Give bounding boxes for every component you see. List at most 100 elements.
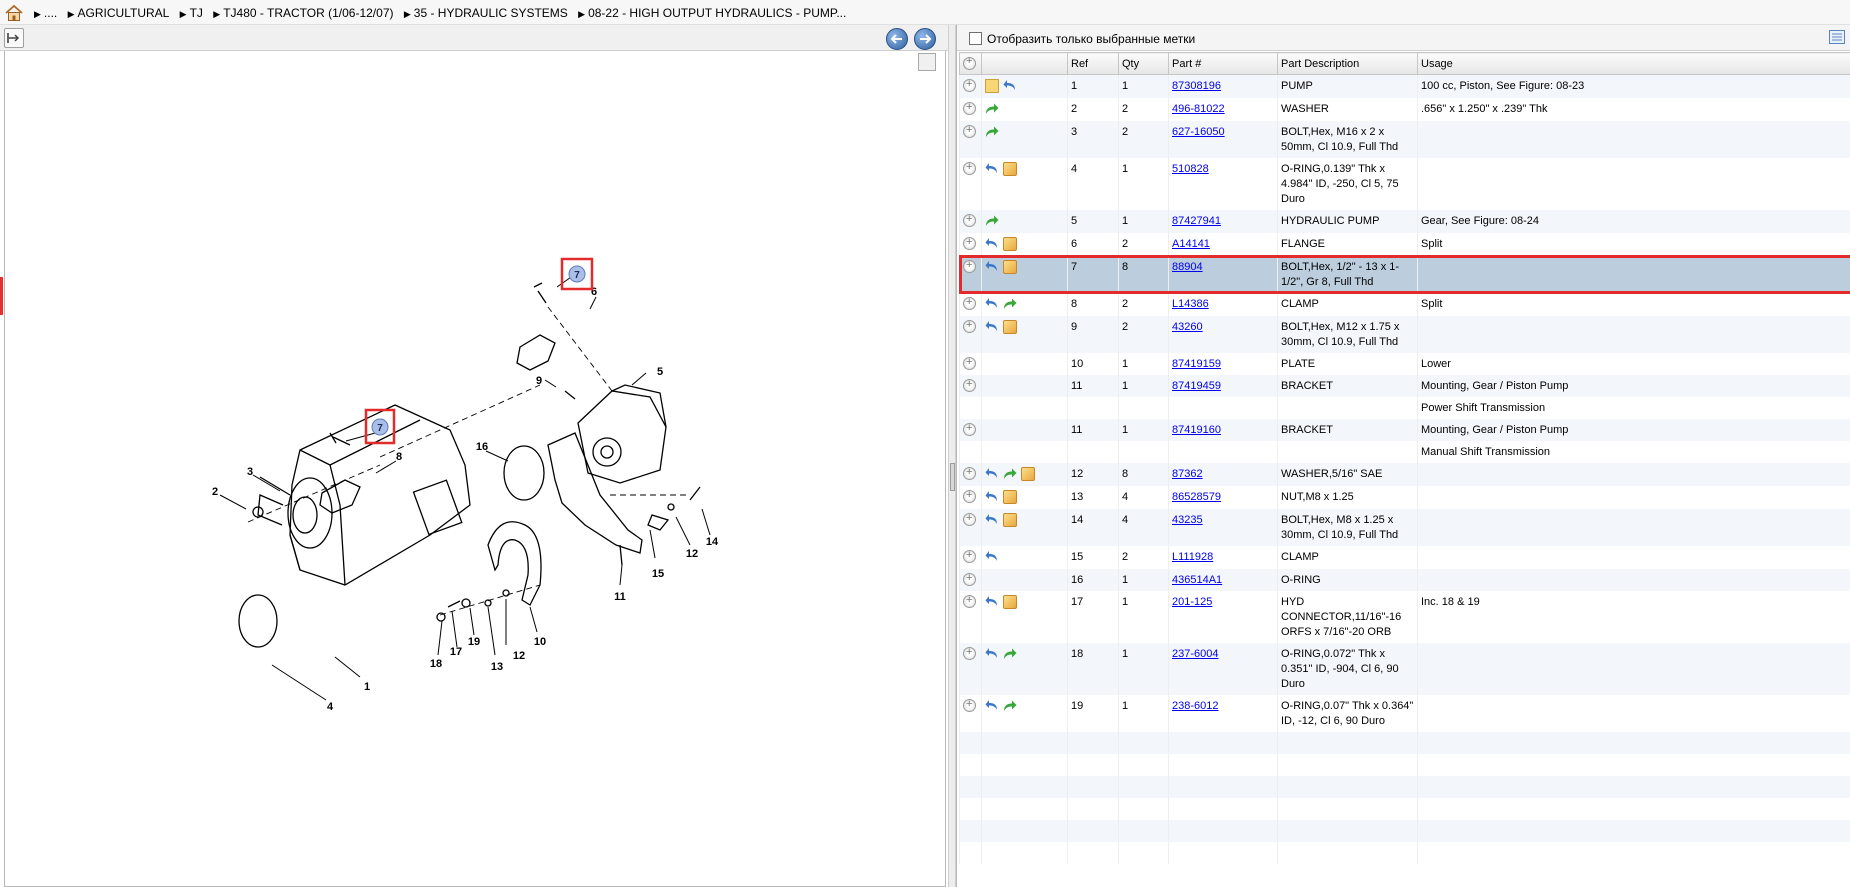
list-view-icon[interactable]	[1829, 30, 1845, 44]
add-icon[interactable]	[963, 77, 976, 92]
add-icon[interactable]	[963, 123, 976, 138]
part-number-link[interactable]: 510828	[1172, 163, 1209, 175]
row-select-cell[interactable]	[959, 486, 982, 509]
box-icon[interactable]	[1003, 595, 1017, 609]
add-icon[interactable]	[963, 235, 976, 250]
part-number-link[interactable]: 86528579	[1172, 491, 1221, 503]
return-arrow-icon[interactable]	[985, 320, 999, 334]
part-number-link[interactable]: L111928	[1172, 551, 1213, 563]
add-icon[interactable]	[963, 645, 976, 660]
return-arrow-icon[interactable]	[985, 513, 999, 527]
row-select-cell[interactable]	[959, 441, 982, 463]
forward-arrow-icon[interactable]	[1003, 297, 1017, 311]
callout-7-top[interactable]: 7	[560, 257, 594, 291]
table-row[interactable]: 14 4 43235 BOLT,Hex, M8 x 1.25 x 30mm, Cl 1…	[959, 509, 1850, 546]
table-row[interactable]: 10 1 87419159 PLATE Lower	[959, 353, 1850, 375]
forward-arrow-icon[interactable]	[985, 125, 999, 139]
part-number-link[interactable]: 88904	[1172, 261, 1203, 273]
row-select-cell[interactable]	[959, 316, 982, 353]
row-select-cell[interactable]	[959, 353, 982, 375]
qty-column-header[interactable]: Qty	[1118, 52, 1169, 75]
row-select-cell[interactable]	[959, 158, 982, 210]
add-icon[interactable]	[963, 421, 976, 436]
table-row[interactable]: 11 1 87419459 BRACKET Mounting, Gear / Pisto…	[959, 375, 1850, 397]
table-row[interactable]: 9 2 43260 BOLT,Hex, M12 x 1.75 x 30mm, Cl 1…	[959, 316, 1850, 353]
part-number-link[interactable]: 43260	[1172, 321, 1203, 333]
forward-arrow-icon[interactable]	[1003, 699, 1017, 713]
table-row[interactable]: 6 2 A14141 FLANGE Split	[959, 233, 1850, 256]
add-icon[interactable]	[963, 377, 976, 392]
table-row[interactable]: 16 1 436514A1 O-RING	[959, 569, 1850, 591]
row-select-cell[interactable]	[959, 293, 982, 316]
row-select-cell[interactable]	[959, 463, 982, 486]
part-number-link[interactable]: 436514A1	[1172, 574, 1222, 586]
part-number-link[interactable]: 237-6004	[1172, 648, 1219, 660]
return-arrow-icon[interactable]	[985, 467, 999, 481]
return-arrow-icon[interactable]	[985, 490, 999, 504]
add-icon[interactable]	[963, 355, 976, 370]
forward-arrow-icon[interactable]	[1003, 467, 1017, 481]
return-arrow-icon[interactable]	[985, 162, 999, 176]
part-number-link[interactable]: 627-16050	[1172, 126, 1225, 138]
add-icon[interactable]	[963, 295, 976, 310]
row-select-cell[interactable]	[959, 546, 982, 569]
splitter-handle[interactable]	[950, 463, 955, 491]
select-all-header[interactable]	[959, 52, 982, 75]
table-row[interactable]: 13 4 86528579 NUT,M8 x 1.25	[959, 486, 1850, 509]
table-row[interactable]: Manual Shift Transmission	[959, 441, 1850, 463]
row-select-cell[interactable]	[959, 210, 982, 233]
table-row[interactable]: 12 8 87362 WASHER,5/16" SAE	[959, 463, 1850, 486]
row-select-cell[interactable]	[959, 643, 982, 695]
breadcrumb-item[interactable]: ▶ 08-22 - HIGH OUTPUT HYDRAULICS - PUMP..…	[578, 6, 846, 20]
return-arrow-icon[interactable]	[985, 647, 999, 661]
table-row[interactable]: 18 1 237-6004 O-RING,0.072" Thk x 0.351" ID…	[959, 643, 1850, 695]
table-row[interactable]: 4 1 510828 O-RING,0.139" Thk x 4.984" ID, -…	[959, 158, 1850, 210]
add-icon[interactable]	[963, 593, 976, 608]
add-icon[interactable]	[963, 488, 976, 503]
box-icon[interactable]	[1003, 237, 1017, 251]
add-icon[interactable]	[963, 465, 976, 480]
return-arrow-icon[interactable]	[1003, 79, 1017, 93]
table-row[interactable]: 15 2 L111928 CLAMP	[959, 546, 1850, 569]
box-icon[interactable]	[1003, 260, 1017, 274]
return-arrow-icon[interactable]	[985, 297, 999, 311]
pane-splitter[interactable]	[948, 25, 956, 887]
part-number-link[interactable]: 87419459	[1172, 380, 1221, 392]
box-icon[interactable]	[1003, 320, 1017, 334]
forward-arrow-icon[interactable]	[1003, 647, 1017, 661]
return-arrow-icon[interactable]	[985, 237, 999, 251]
part-number-link[interactable]: 496-81022	[1172, 103, 1225, 115]
table-row[interactable]: 17 1 201-125 HYD CONNECTOR,11/16"-16 ORFS x…	[959, 591, 1850, 643]
show-selected-only-label[interactable]: Отобразить только выбранные метки	[987, 32, 1195, 46]
row-select-cell[interactable]	[959, 397, 982, 419]
table-row[interactable]: 11 1 87419160 BRACKET Mounting, Gear / Pisto…	[959, 419, 1850, 441]
show-selected-only-checkbox[interactable]	[969, 32, 982, 45]
table-row[interactable]: 5 1 87427941 HYDRAULIC PUMP Gear, See Figure…	[959, 210, 1850, 233]
ref-column-header[interactable]: Ref	[1067, 52, 1119, 75]
part-number-link[interactable]: 87419160	[1172, 424, 1221, 436]
home-icon[interactable]	[4, 4, 24, 22]
add-icon[interactable]	[963, 571, 976, 586]
box-icon[interactable]	[1021, 467, 1035, 481]
part-number-link[interactable]: 201-125	[1172, 596, 1212, 608]
row-select-cell[interactable]	[959, 375, 982, 397]
table-row[interactable]: 19 1 238-6012 O-RING,0.07" Thk x 0.364" ID,…	[959, 695, 1850, 732]
return-arrow-icon[interactable]	[985, 699, 999, 713]
return-arrow-icon[interactable]	[985, 595, 999, 609]
part-number-link[interactable]: A14141	[1172, 238, 1210, 250]
usage-column-header[interactable]: Usage	[1417, 52, 1850, 75]
table-row-selected[interactable]: 7 8 88904 BOLT,Hex, 1/2" - 13 x 1-1/2", Gr …	[958, 255, 1850, 294]
breadcrumb-item[interactable]: ▶ TJ	[180, 6, 203, 20]
box-icon[interactable]	[1003, 162, 1017, 176]
part-number-link[interactable]: 87427941	[1172, 215, 1221, 227]
row-select-cell[interactable]	[959, 256, 982, 293]
return-arrow-icon[interactable]	[985, 550, 999, 564]
add-icon[interactable]	[963, 100, 976, 115]
forward-arrow-icon[interactable]	[985, 214, 999, 228]
box-icon[interactable]	[1003, 490, 1017, 504]
part-number-link[interactable]: 87362	[1172, 468, 1203, 480]
row-select-cell[interactable]	[959, 695, 982, 732]
return-arrow-icon[interactable]	[985, 260, 999, 274]
table-row[interactable]: 3 2 627-16050 BOLT,Hex, M16 x 2 x 50mm, Cl …	[959, 121, 1850, 158]
row-select-cell[interactable]	[959, 591, 982, 643]
